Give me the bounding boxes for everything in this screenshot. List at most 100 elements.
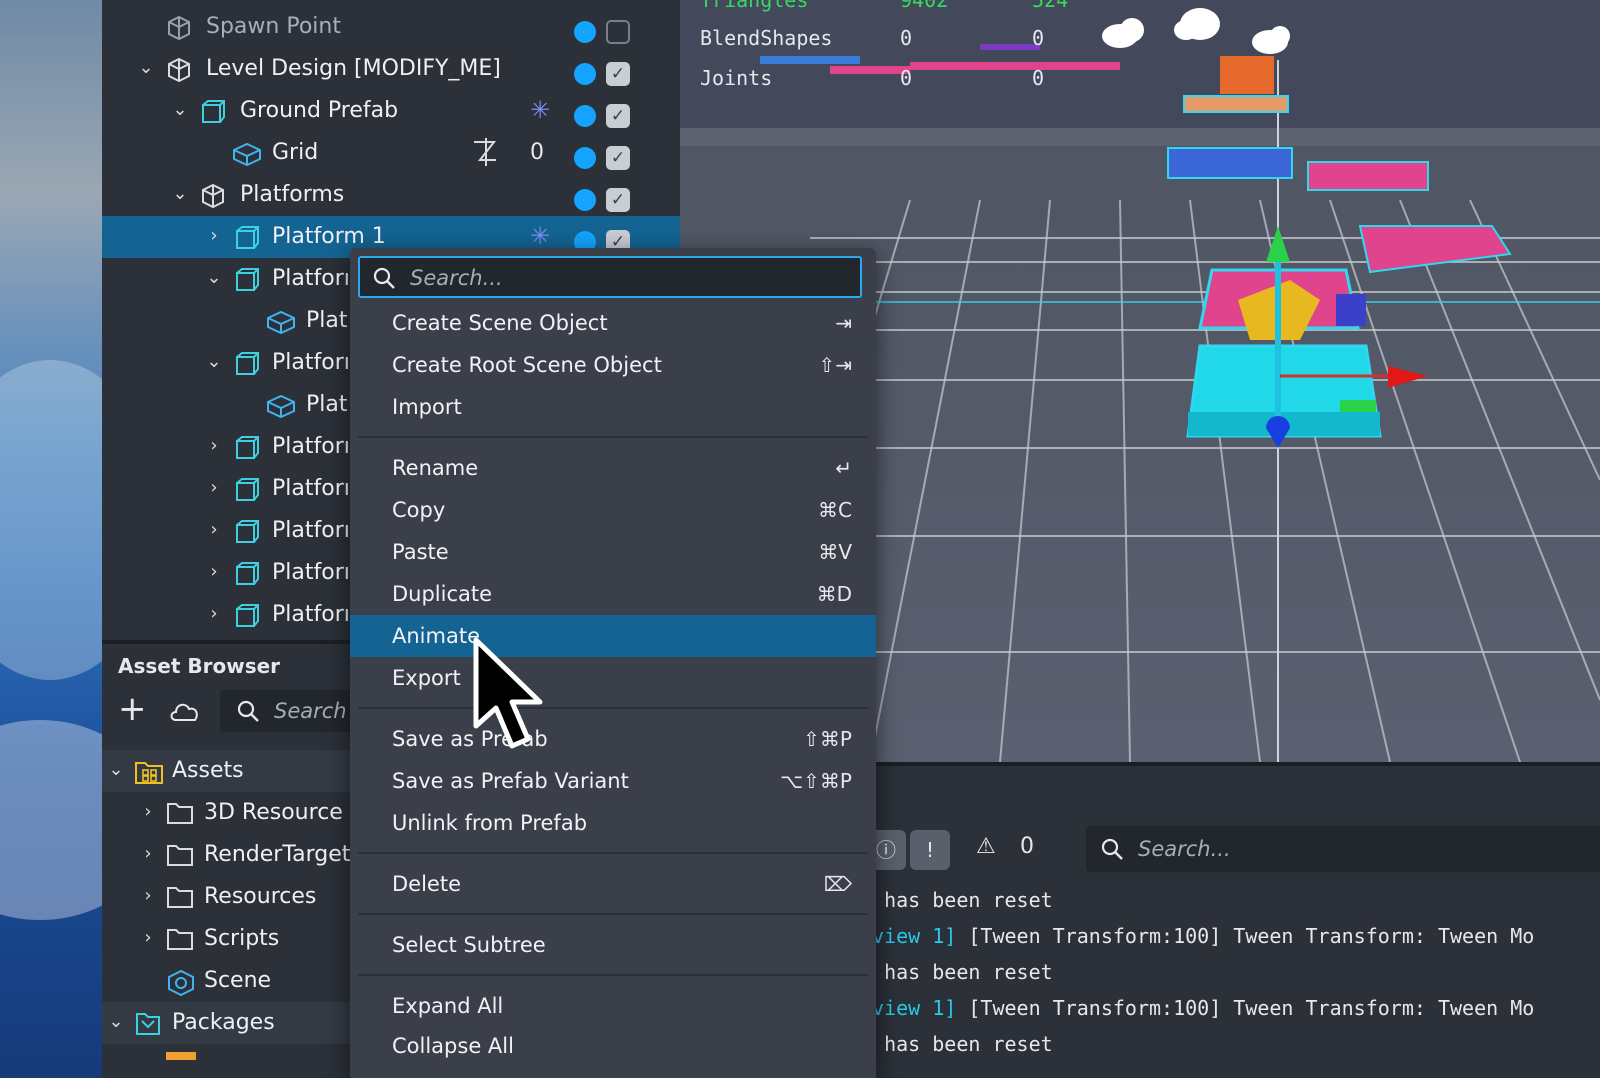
- layer-value: 0: [530, 140, 544, 165]
- menu-item-collapse-all[interactable]: Collapse All: [350, 1025, 876, 1067]
- hierarchy-row-level-design[interactable]: ⌄ Level Design [MODIFY_ME] ✓: [102, 48, 680, 90]
- menu-item-create-root-scene-object[interactable]: Create Root Scene Object ⇧⇥: [350, 344, 876, 386]
- chevron-down-icon[interactable]: ⌄: [204, 267, 224, 289]
- hierarchy-row-spawn-point[interactable]: Spawn Point: [102, 6, 680, 48]
- prefab-icon: [234, 225, 260, 249]
- mesh-icon: [232, 141, 261, 167]
- visibility-dot[interactable]: [574, 105, 596, 127]
- warning-count: 0: [1020, 834, 1034, 859]
- log-line: s has been reset: [860, 960, 1053, 984]
- desktop-wallpaper: [0, 0, 102, 1078]
- search-icon: [236, 699, 260, 727]
- stat-row-joints: Joints 0 0: [700, 66, 1044, 90]
- chevron-right-icon[interactable]: ›: [138, 885, 158, 907]
- asset-row-folder[interactable]: › 3D Resource: [102, 792, 350, 834]
- log-text: s has been reset: [860, 960, 1053, 984]
- chevron-right-icon[interactable]: ›: [204, 477, 224, 499]
- chevron-down-icon[interactable]: ⌄: [170, 99, 190, 121]
- hierarchy-row-platforms[interactable]: ⌄ Platforms ✓: [102, 174, 680, 216]
- menu-item-label: Rename: [392, 456, 479, 480]
- assets-folder-icon: [134, 759, 163, 784]
- chevron-right-icon[interactable]: ›: [204, 603, 224, 625]
- menu-separator: [358, 852, 868, 854]
- chevron-right-icon[interactable]: ›: [204, 225, 224, 247]
- chevron-down-icon[interactable]: ⌄: [136, 57, 156, 79]
- search-placeholder: Search: [274, 699, 347, 723]
- stat-value: 0: [900, 66, 913, 90]
- prefab-icon: [234, 477, 260, 501]
- menu-item-export[interactable]: Export: [350, 657, 876, 699]
- menu-item-unlink-from-prefab[interactable]: Unlink from Prefab: [350, 802, 876, 844]
- chevron-right-icon[interactable]: ›: [138, 801, 158, 823]
- prefab-icon: [234, 351, 260, 375]
- hierarchy-row-grid[interactable]: Grid 0 ✓: [102, 132, 680, 174]
- menu-search-input[interactable]: Search...: [358, 256, 862, 298]
- asset-row-folder[interactable]: › RenderTarget: [102, 834, 350, 876]
- menu-item-rename[interactable]: Rename ↵: [350, 447, 876, 489]
- prefab-icon: [234, 519, 260, 543]
- hierarchy-label: Platform 1: [272, 224, 386, 249]
- add-asset-button[interactable]: +: [118, 692, 147, 726]
- chevron-down-icon[interactable]: ⌄: [106, 1011, 126, 1033]
- stat-value: 9402: [900, 0, 949, 12]
- enabled-checkbox[interactable]: ✓: [606, 146, 630, 170]
- menu-item-copy[interactable]: Copy ⌘C: [350, 489, 876, 531]
- menu-item-paste[interactable]: Paste ⌘V: [350, 531, 876, 573]
- menu-item-select-subtree[interactable]: Select Subtree: [350, 924, 876, 966]
- chevron-right-icon[interactable]: ›: [204, 435, 224, 457]
- chevron-right-icon[interactable]: ›: [138, 927, 158, 949]
- asset-row-folder[interactable]: › Scripts: [102, 918, 350, 960]
- warning-icon[interactable]: ⚠: [976, 834, 996, 859]
- visibility-dot[interactable]: [574, 21, 596, 43]
- wallpaper-shape: [0, 720, 102, 920]
- chevron-right-icon[interactable]: ›: [204, 519, 224, 541]
- menu-item-label: Copy: [392, 498, 446, 522]
- object-icon: [166, 15, 192, 41]
- chevron-right-icon[interactable]: ›: [138, 843, 158, 865]
- chevron-down-icon[interactable]: ⌄: [106, 759, 126, 781]
- menu-item-import[interactable]: Import: [350, 386, 876, 428]
- asset-label: Scripts: [204, 926, 280, 951]
- asset-row-assets[interactable]: ⌄ Assets: [102, 750, 350, 792]
- log-text: s has been reset: [860, 888, 1053, 912]
- menu-item-duplicate[interactable]: Duplicate ⌘D: [350, 573, 876, 615]
- asset-label: 3D Resource: [204, 800, 343, 825]
- cloud-icon[interactable]: [168, 700, 200, 726]
- menu-item-expand-all[interactable]: Expand All: [350, 985, 876, 1027]
- hierarchy-row-ground-prefab[interactable]: ⌄ Ground Prefab ✳ ✓: [102, 90, 680, 132]
- asset-row-folder[interactable]: › Resources: [102, 876, 350, 918]
- asset-row-packages[interactable]: ⌄ Packages: [102, 1002, 350, 1044]
- stat-label: Triangles: [700, 0, 809, 12]
- menu-item-save-as-prefab-variant[interactable]: Save as Prefab Variant ⌥⇧⌘P: [350, 760, 876, 802]
- console-search-input[interactable]: Search...: [1086, 826, 1600, 872]
- asset-search-input[interactable]: Search: [220, 690, 350, 732]
- object-icon: [166, 57, 192, 83]
- chevron-down-icon[interactable]: ⌄: [204, 351, 224, 373]
- menu-item-delete[interactable]: Delete ⌦: [350, 863, 876, 905]
- prefab-icon: [234, 561, 260, 585]
- menu-separator: [358, 436, 868, 438]
- visibility-dot[interactable]: [574, 147, 596, 169]
- enabled-checkbox[interactable]: ✓: [606, 104, 630, 128]
- menu-item-save-as-prefab[interactable]: Save as Prefab ⇧⌘P: [350, 718, 876, 760]
- chevron-right-icon[interactable]: ›: [204, 561, 224, 583]
- chevron-down-icon[interactable]: ⌄: [170, 183, 190, 205]
- menu-item-label: Animate: [392, 624, 480, 648]
- log-line: eview 1] [Tween Transform:100] Tween Tra…: [860, 924, 1534, 948]
- menu-item-label: Create Root Scene Object: [392, 353, 662, 377]
- hierarchy-label: Platforı: [272, 266, 350, 291]
- visibility-dot[interactable]: [574, 63, 596, 85]
- visibility-dot[interactable]: [574, 189, 596, 211]
- menu-item-animate[interactable]: Animate: [350, 615, 876, 657]
- asset-row-scene[interactable]: Scene: [102, 960, 350, 1002]
- hierarchy-label: Ground Prefab: [240, 98, 399, 123]
- mesh-icon: [266, 393, 295, 419]
- enabled-checkbox[interactable]: ✓: [606, 62, 630, 86]
- asset-browser-panel: Asset Browser + Search ⌄ Assets › 3D Res…: [102, 640, 350, 1078]
- prefab-icon: [234, 435, 260, 459]
- message-filter-button[interactable]: !: [910, 830, 950, 870]
- enabled-checkbox[interactable]: ✓: [606, 188, 630, 212]
- menu-item-create-scene-object[interactable]: Create Scene Object ⇥: [350, 302, 876, 344]
- enabled-checkbox[interactable]: [606, 20, 630, 44]
- object-icon: [200, 183, 226, 209]
